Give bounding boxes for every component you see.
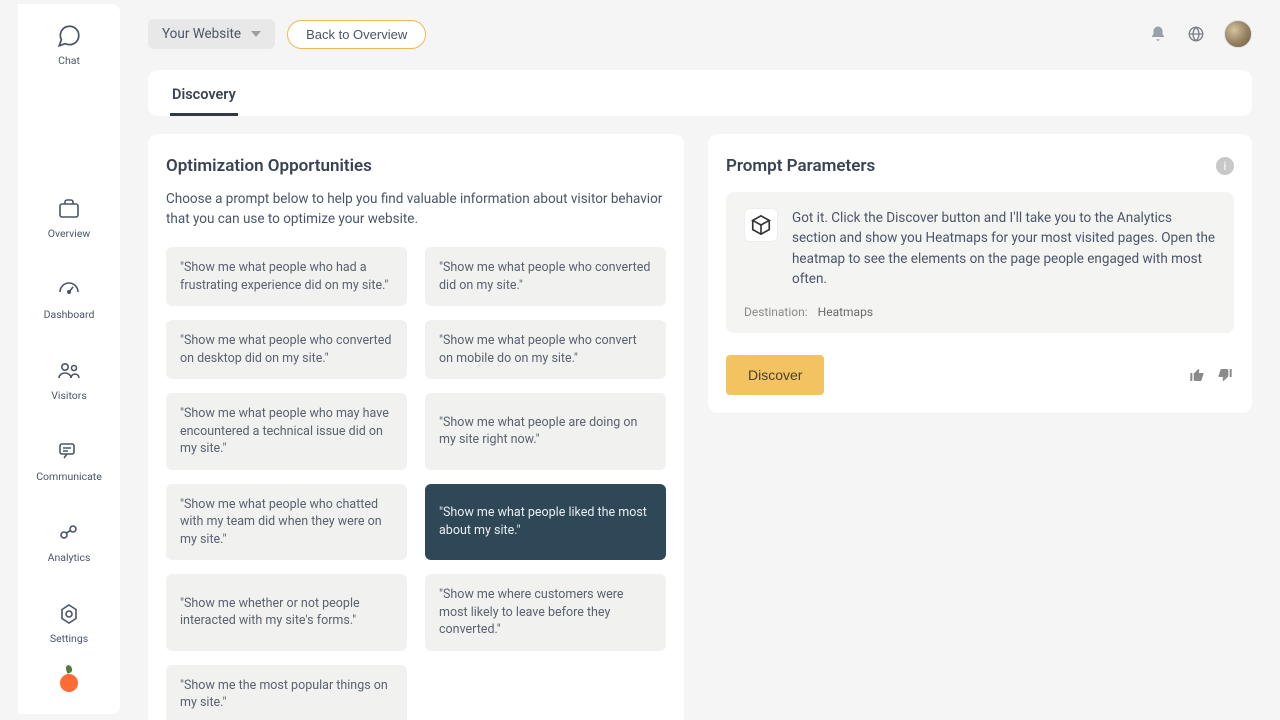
opportunities-panel: Optimization Opportunities Choose a prom… xyxy=(148,134,684,720)
sidebar-item-chat[interactable]: Chat xyxy=(34,18,104,71)
topbar: Your Website Back to Overview xyxy=(148,12,1252,56)
site-selector[interactable]: Your Website xyxy=(148,19,275,49)
tabs: Discovery xyxy=(148,70,1252,116)
sidebar-item-dashboard[interactable]: Dashboard xyxy=(34,272,104,325)
prompt-card[interactable]: "Show me what people who converted did o… xyxy=(425,247,666,306)
chevron-down-icon xyxy=(251,31,261,37)
sidebar-item-label: Analytics xyxy=(48,551,91,564)
sidebar-item-label: Dashboard xyxy=(44,308,95,321)
prompt-card[interactable]: "Show me what people who chatted with my… xyxy=(166,484,407,561)
app-logo xyxy=(60,665,78,692)
opportunities-description: Choose a prompt below to help you find v… xyxy=(166,190,666,229)
thumbs-up-icon[interactable] xyxy=(1188,366,1206,384)
gauge-icon xyxy=(55,276,83,304)
sidebar-item-settings[interactable]: Settings xyxy=(34,596,104,649)
prompt-card[interactable]: "Show me what people are doing on my sit… xyxy=(425,393,666,470)
sidebar-item-label: Settings xyxy=(50,632,88,645)
sidebar-item-label: Overview xyxy=(48,227,91,240)
prompt-card[interactable]: "Show me the most popular things on my s… xyxy=(166,665,407,720)
destination-value: Heatmaps xyxy=(818,305,873,319)
people-icon xyxy=(55,357,83,385)
prompt-card[interactable]: "Show me what people who may have encoun… xyxy=(166,393,407,470)
thumbs-down-icon[interactable] xyxy=(1216,366,1234,384)
chat-icon xyxy=(55,22,83,50)
sidebar-item-label: Chat xyxy=(58,54,80,67)
sidebar-item-overview[interactable]: Overview xyxy=(34,191,104,244)
sidebar-item-visitors[interactable]: Visitors xyxy=(34,353,104,406)
prompt-grid: "Show me what people who had a frustrati… xyxy=(166,247,666,720)
site-selector-label: Your Website xyxy=(162,26,241,42)
settings-icon xyxy=(55,600,83,628)
prompt-card[interactable]: "Show me whether or not people interacte… xyxy=(166,574,407,651)
response-text: Got it. Click the Discover button and I'… xyxy=(792,208,1216,289)
sidebar-item-analytics[interactable]: Analytics xyxy=(34,515,104,568)
parameters-panel: Prompt Parameters i Got it. Click the Di… xyxy=(708,134,1252,413)
prompt-card[interactable]: "Show me what people who convert on mobi… xyxy=(425,320,666,379)
destination-row: Destination: Heatmaps xyxy=(744,305,1216,319)
sidebar-item-label: Communicate xyxy=(36,470,102,483)
sidebar-item-label: Visitors xyxy=(51,389,87,402)
sidebar-item-communicate[interactable]: Communicate xyxy=(34,434,104,487)
prompt-card[interactable]: "Show me where customers were most likel… xyxy=(425,574,666,651)
destination-label: Destination: xyxy=(744,305,808,319)
briefcase-icon xyxy=(55,195,83,223)
info-icon[interactable]: i xyxy=(1216,157,1234,175)
back-to-overview-button[interactable]: Back to Overview xyxy=(287,20,426,49)
sidebar: Chat Overview Dashboard Visitors Commun xyxy=(18,4,120,714)
prompt-card[interactable]: "Show me what people who had a frustrati… xyxy=(166,247,407,306)
bell-icon[interactable] xyxy=(1148,24,1168,44)
opportunities-title: Optimization Opportunities xyxy=(166,156,666,176)
discover-button[interactable]: Discover xyxy=(726,355,824,395)
analytics-icon xyxy=(55,519,83,547)
main-area: Your Website Back to Overview Discovery … xyxy=(120,0,1280,720)
response-box: Got it. Click the Discover button and I'… xyxy=(726,192,1234,333)
communicate-icon xyxy=(55,438,83,466)
parameters-title: Prompt Parameters xyxy=(726,156,875,176)
avatar[interactable] xyxy=(1224,20,1252,48)
cube-icon xyxy=(744,208,778,242)
prompt-card[interactable]: "Show me what people liked the most abou… xyxy=(425,484,666,561)
tab-discovery[interactable]: Discovery xyxy=(170,74,238,116)
prompt-card[interactable]: "Show me what people who converted on de… xyxy=(166,320,407,379)
globe-icon[interactable] xyxy=(1186,24,1206,44)
